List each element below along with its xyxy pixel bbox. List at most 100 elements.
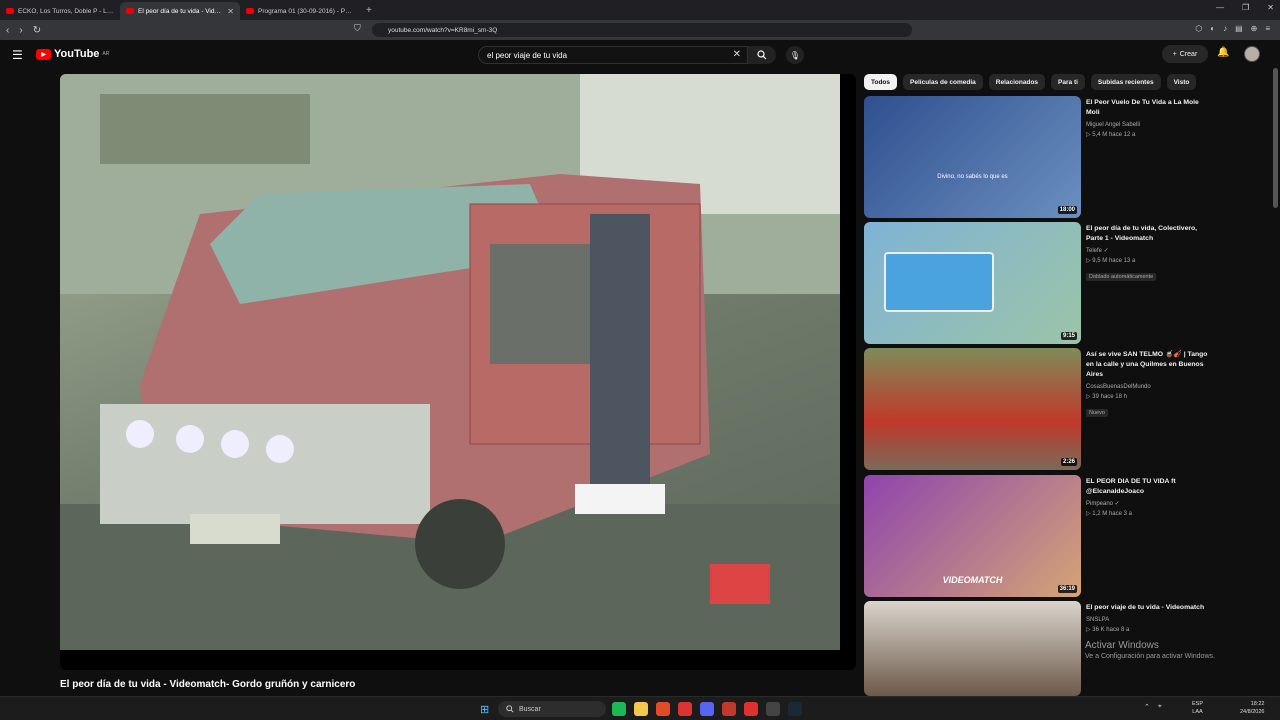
chip-para-ti[interactable]: Para ti (1051, 74, 1085, 90)
windows-start-icon[interactable]: ⊞ (480, 703, 489, 716)
forward-icon[interactable]: › (19, 25, 22, 36)
recommendation-item[interactable]: 9:15 El peor día de tu vida, Colectivero… (864, 222, 1274, 346)
video-title: El peor día de tu vida - Videomatch- Gor… (60, 679, 356, 690)
recommendation-thumbnail[interactable]: Divino, no sabés lo que es 18:00 (864, 96, 1081, 218)
recommendation-item[interactable]: VIDEOMATCH 36:19 EL PEOR DIA DE TU VIDA … (864, 475, 1274, 599)
video-frame (60, 74, 840, 650)
taskbar-search[interactable]: Buscar (498, 701, 606, 717)
bookmark-icon[interactable]: ⛉ (354, 23, 361, 34)
recommendation-title[interactable]: Así se vive SAN TELMO 🧉🎻 | Tango en la c… (1086, 350, 1211, 380)
clock-date: 24/8/2026 (1240, 709, 1265, 715)
steam-icon[interactable] (788, 702, 802, 716)
tab-label: ECKO, Los Turros, Doble P - Loquito (18, 7, 114, 15)
app-icon[interactable] (766, 702, 780, 716)
chevron-up-icon[interactable]: ⌃ (1144, 703, 1150, 711)
channel-name[interactable]: SNSLPA (1086, 616, 1211, 624)
create-label: Crear (1179, 50, 1198, 58)
microphone-icon: 🎙 (789, 50, 801, 60)
filter-chips: Todos Películas de comedia Relacionados … (864, 74, 1197, 90)
url-field[interactable]: youtube.com/watch?v=KR8mi_sm-3Q (372, 23, 912, 37)
channel-name[interactable]: CosasBuenasDelMundo (1086, 383, 1211, 391)
clear-search-icon[interactable]: ✕ (733, 49, 741, 60)
play-logo-icon: ▶ (36, 48, 51, 60)
browser-tab-2[interactable]: El peor día de tu vida - Videomatch ✕ (120, 2, 240, 20)
create-button[interactable]: + Crear (1162, 45, 1208, 63)
channel-name[interactable]: Telefe ✓ (1086, 247, 1211, 255)
url-text: youtube.com/watch?v=KR8mi_sm-3Q (388, 26, 498, 34)
duration-badge: 18:00 (1057, 206, 1077, 214)
clock[interactable]: 18:22 24/8/2026 (1240, 700, 1264, 716)
scrollbar-thumb[interactable] (1273, 68, 1278, 208)
youtube-favicon-icon (126, 8, 134, 14)
chip-subidas-recientes[interactable]: Subidas recientes (1090, 74, 1161, 90)
recommendation-thumbnail[interactable] (864, 601, 1081, 696)
thumbnail-caption: Divino, no sabés lo que es (937, 174, 1008, 180)
chip-peliculas-comedia[interactable]: Películas de comedia (903, 74, 983, 90)
recommendation-title[interactable]: El peor viaje de tu vida - Videomatch (1086, 603, 1211, 613)
search-input[interactable]: el peor viaje de tu vida ✕ (478, 46, 748, 64)
tab-label: El peor día de tu vida - Videomatch (138, 7, 223, 15)
notifications-bell-icon[interactable]: 🔔 (1217, 47, 1229, 58)
recommendation-meta: El Peor Vuelo De Tu Vida a La Mole Moli … (1086, 98, 1211, 139)
maximize-icon[interactable]: ❐ (1242, 3, 1249, 12)
view-stats: ▷ 1,2 M hace 3 a (1086, 511, 1132, 517)
recommendation-title[interactable]: EL PEOR DIA DE TU VIDA ft @ElcanaldeJoac… (1086, 477, 1211, 497)
browser-tab-1[interactable]: ECKO, Los Turros, Doble P - Loquito (0, 2, 120, 20)
new-tab-icon[interactable]: + (366, 5, 372, 16)
recommendation-thumbnail[interactable]: 2:26 (864, 348, 1081, 470)
spotify-icon[interactable] (612, 702, 626, 716)
discord-icon[interactable] (700, 702, 714, 716)
recommendation-thumbnail[interactable]: 9:15 (864, 222, 1081, 344)
language-layout: LAA (1192, 709, 1203, 715)
logo-text: YouTube (54, 48, 100, 60)
close-tab-icon[interactable]: ✕ (227, 7, 234, 16)
reload-icon[interactable]: ↻ (33, 25, 41, 36)
minimize-icon[interactable]: — (1216, 3, 1224, 12)
channel-name[interactable]: Pimpeano ✓ (1086, 500, 1211, 508)
youtube-logo[interactable]: ▶ YouTube AR (36, 48, 109, 60)
app-icon[interactable] (722, 702, 736, 716)
menu-icon[interactable]: ≡ (1265, 24, 1270, 33)
extension-icon[interactable]: ▤ (1235, 24, 1243, 33)
recommendation-meta: EL PEOR DIA DE TU VIDA ft @ElcanaldeJoac… (1086, 477, 1211, 518)
language-indicator[interactable]: ESP LAA (1192, 700, 1203, 716)
network-icon[interactable]: ⌖ (1158, 703, 1162, 711)
avatar[interactable] (1244, 46, 1260, 62)
recommendation-title[interactable]: El peor día de tu vida, Colectivero, Par… (1086, 224, 1211, 244)
extension-icon[interactable]: ♪ (1223, 24, 1227, 33)
brave-browser-icon[interactable] (656, 702, 670, 716)
voice-search-button[interactable]: 🎙 (786, 46, 804, 64)
back-icon[interactable]: ‹ (6, 25, 9, 36)
extension-icon[interactable]: ◐ (1210, 24, 1215, 33)
search-button[interactable] (748, 46, 776, 64)
hamburger-menu-icon[interactable]: ☰ (12, 48, 23, 62)
recommendation-meta: Así se vive SAN TELMO 🧉🎻 | Tango en la c… (1086, 350, 1211, 419)
channel-name[interactable]: Miguel Angel Sabelli (1086, 121, 1211, 129)
chip-visto[interactable]: Visto (1166, 74, 1197, 90)
taskbar-search-label: Buscar (519, 705, 541, 713)
recommendation-item[interactable]: Divino, no sabés lo que es 18:00 El Peor… (864, 96, 1274, 220)
recommendation-thumbnail[interactable]: VIDEOMATCH 36:19 (864, 475, 1081, 597)
browser-tab-3[interactable]: Programa 01 (30-09-2016) - Pesadilla (240, 2, 360, 20)
chip-todos[interactable]: Todos (864, 74, 898, 90)
language-code: ESP (1192, 701, 1204, 707)
extension-icons: ⬡ ◐ ♪ ▤ ⊕ ≡ (1195, 24, 1270, 33)
bus-shape (884, 252, 994, 312)
recommendation-title[interactable]: El Peor Vuelo De Tu Vida a La Mole Moli (1086, 98, 1211, 118)
view-stats: ▷ 36 K hace 8 a (1086, 627, 1130, 633)
youtube-favicon-icon (246, 8, 254, 14)
activation-watermark: Activar Windows Ve a Configuración para … (1085, 640, 1215, 660)
extension-icon[interactable]: ⬡ (1195, 24, 1202, 33)
file-explorer-icon[interactable] (634, 702, 648, 716)
search-icon (506, 705, 514, 713)
app-icon[interactable] (678, 702, 692, 716)
duration-badge: 36:19 (1057, 585, 1077, 593)
close-window-icon[interactable]: ✕ (1267, 3, 1274, 12)
app-icon[interactable] (744, 702, 758, 716)
video-player[interactable] (60, 74, 856, 670)
chip-relacionados[interactable]: Relacionados (988, 74, 1046, 90)
recommendation-meta: El peor viaje de tu vida - Videomatch SN… (1086, 603, 1211, 634)
recommendation-meta: El peor día de tu vida, Colectivero, Par… (1086, 224, 1211, 283)
recommendation-item[interactable]: 2:26 Así se vive SAN TELMO 🧉🎻 | Tango en… (864, 348, 1274, 472)
extension-icon[interactable]: ⊕ (1251, 24, 1258, 33)
